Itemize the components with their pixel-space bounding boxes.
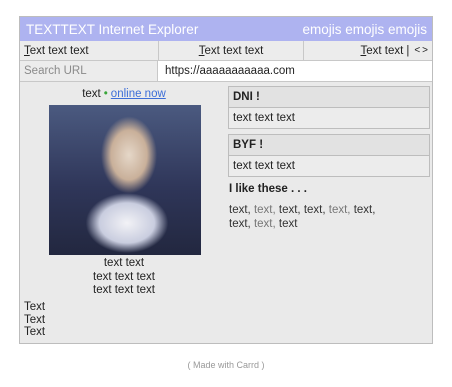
caption-line-2: text text text (93, 270, 155, 283)
like-item: text, (229, 204, 251, 216)
title-emojis: emojis emojis emojis (302, 21, 427, 37)
dni-title: DNI ! (229, 87, 429, 108)
like-item: text, (278, 204, 301, 216)
like-item: text, (229, 217, 251, 230)
caption-line-1: text text (103, 257, 145, 269)
like-item: text, (303, 204, 326, 216)
photo-caption: text text text text text text text text (20, 257, 228, 298)
info-column: DNI ! text text text BYF ! text text tex… (228, 86, 430, 231)
like-item: text, (328, 204, 351, 216)
browser-window: TEXTTEXT Internet Explorer emojis emojis… (19, 16, 433, 344)
forward-arrow-icon[interactable]: > (422, 45, 428, 56)
status-text: text (82, 88, 101, 100)
back-arrow-icon[interactable]: < (414, 45, 420, 56)
url-input[interactable]: https://aaaaaaaaaaa.com (158, 61, 432, 81)
dni-body: text text text (233, 112, 295, 124)
like-item: text (278, 217, 298, 230)
byf-box: BYF ! text text text (228, 134, 430, 177)
page-content: text • online now text text text text text… (20, 82, 432, 345)
url-bar: Search URL https://aaaaaaaaaaa.com (20, 61, 432, 82)
nav-separator: | (406, 44, 410, 57)
profile-photo (49, 105, 201, 255)
window-title: TEXTTEXT Internet Explorer (26, 21, 199, 37)
title-bar: TEXTTEXT Internet Explorer emojis emojis… (20, 17, 432, 41)
like-item: text, (353, 204, 376, 216)
byf-body: text text text (233, 160, 295, 172)
like-item: text, (253, 204, 276, 216)
dni-box: DNI ! text text text (228, 86, 430, 129)
likes-heading: I like these . . . (229, 183, 307, 195)
menu-item-1[interactable]: Text text text (20, 41, 159, 60)
like-item: text, (253, 217, 276, 230)
online-now-link[interactable]: online now (111, 88, 166, 100)
menu-item-2-label: Text text text (198, 44, 264, 57)
likes-list: text, text, text, text, text, text, text… (228, 204, 379, 231)
menu-item-3[interactable]: Text text | < > (304, 41, 432, 60)
side-text-line-2: Text (24, 313, 46, 326)
side-text-line-3: Text (24, 326, 46, 338)
made-with-carrd-footer[interactable]: ( Made with Carrd ) (0, 360, 452, 370)
online-dot-icon: • (103, 88, 108, 100)
side-text-line-1: Text (24, 301, 46, 313)
menu-item-2[interactable]: Text text text (159, 41, 304, 60)
menu-bar: Text text text Text text text Text text … (20, 41, 432, 61)
menu-item-3-label: Text text (360, 44, 404, 57)
menu-item-1-label: Text text text (24, 44, 89, 57)
side-text: Text Text Text (24, 301, 45, 339)
status-line: text • online now (20, 88, 228, 100)
byf-title: BYF ! (229, 135, 429, 156)
caption-line-3: text text text (93, 284, 155, 296)
search-url-label: Search URL (20, 61, 158, 81)
